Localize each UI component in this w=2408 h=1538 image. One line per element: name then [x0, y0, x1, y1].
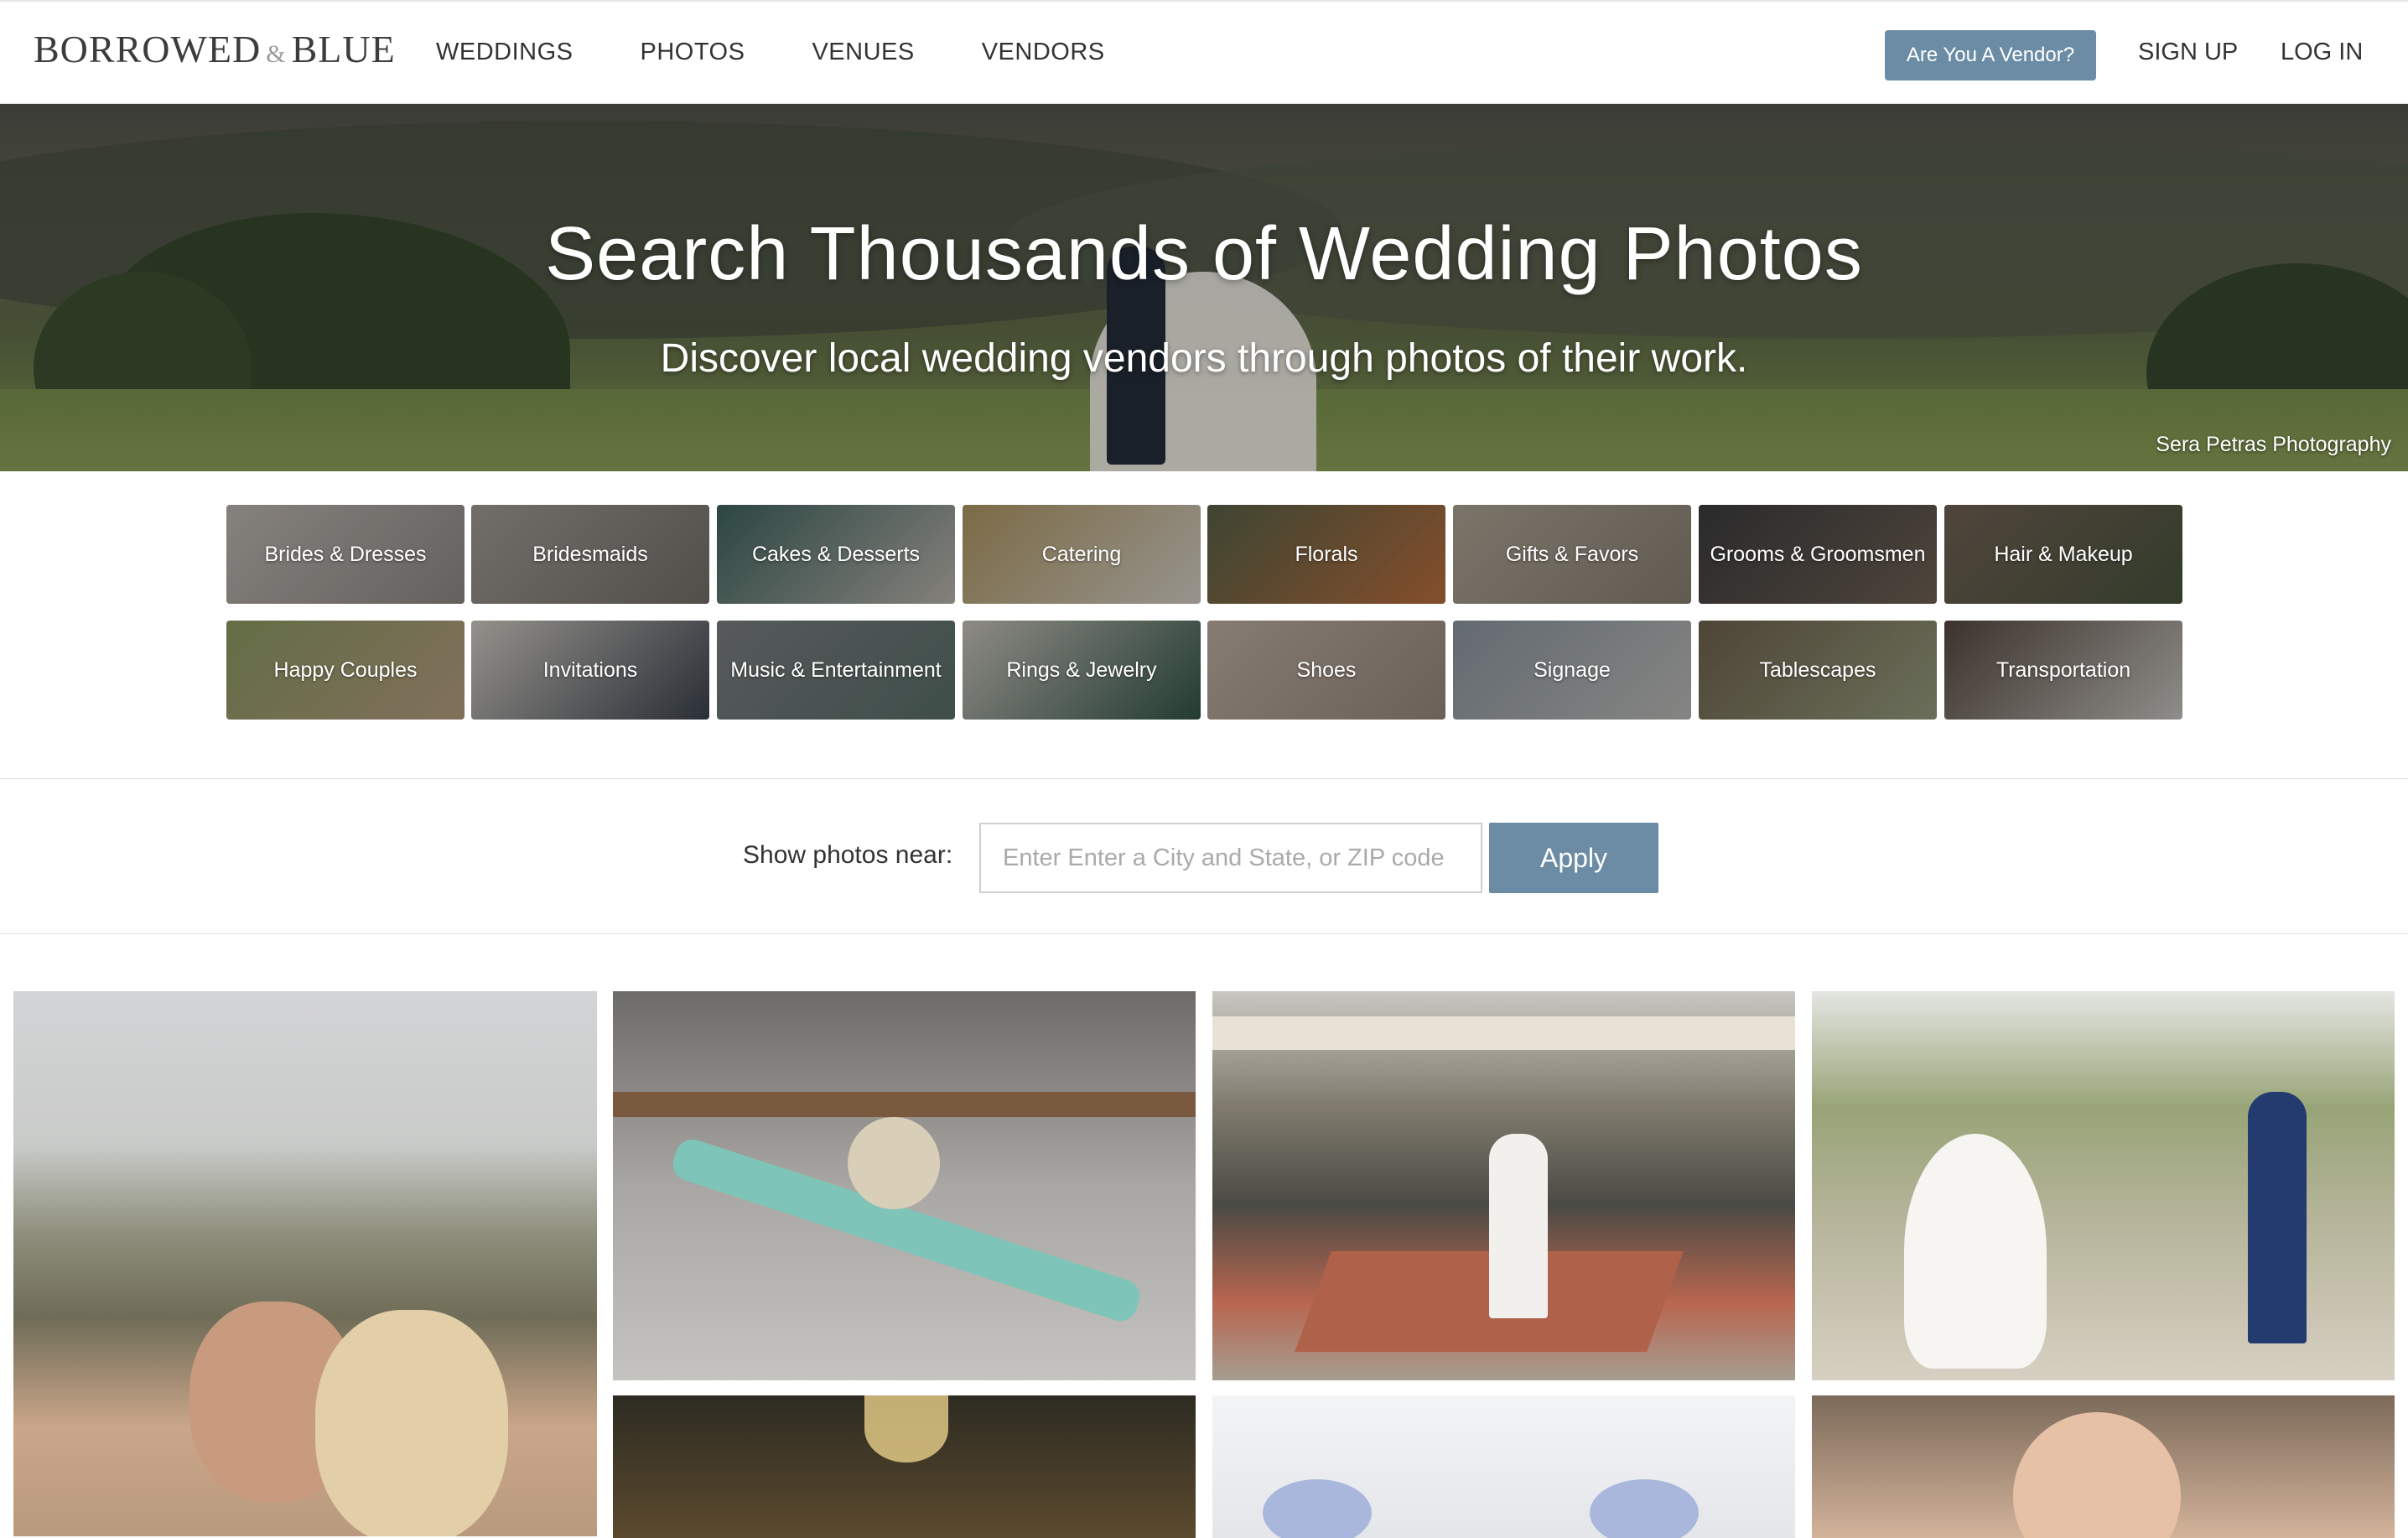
category-grid: Brides & Dresses Bridesmaids Cakes & Des…: [226, 505, 2183, 720]
category-label: Cakes & Desserts: [751, 542, 921, 566]
logo-word-blue: BLUE: [291, 28, 396, 70]
apply-button[interactable]: Apply: [1489, 823, 1658, 893]
sign-up-link[interactable]: SIGN UP: [2138, 39, 2238, 66]
logo-word-borrowed: BORROWED: [34, 28, 262, 70]
location-input[interactable]: [979, 823, 1482, 893]
category-brides-dresses[interactable]: Brides & Dresses: [226, 505, 464, 604]
category-catering[interactable]: Catering: [963, 505, 1201, 604]
category-label: Rings & Jewelry: [1006, 657, 1157, 682]
category-label: Hair & Makeup: [1994, 542, 2133, 566]
site-logo[interactable]: BORROWED & BLUE: [34, 27, 396, 74]
nav-venues[interactable]: VENUES: [812, 39, 914, 66]
nav-weddings[interactable]: WEDDINGS: [436, 39, 573, 66]
category-label: Shoes: [1296, 657, 1357, 682]
category-label: Music & Entertainment: [730, 657, 942, 682]
photo-credit[interactable]: Sera Petras Photography: [2156, 433, 2391, 457]
category-label: Bridesmaids: [532, 542, 648, 566]
category-music-entertainment[interactable]: Music & Entertainment: [717, 621, 955, 720]
category-label: Grooms & Groomsmen: [1710, 542, 1926, 566]
category-gifts-favors[interactable]: Gifts & Favors: [1453, 505, 1691, 604]
category-label: Signage: [1534, 657, 1611, 682]
category-grooms-groomsmen[interactable]: Grooms & Groomsmen: [1699, 505, 1937, 604]
show-photos-near-label: Show photos near:: [743, 841, 953, 869]
category-invitations[interactable]: Invitations: [471, 621, 709, 720]
category-label: Catering: [1041, 542, 1122, 566]
photo-tile-couple-portrait[interactable]: [1812, 1395, 2395, 1538]
photo-tile-bridal-hanger[interactable]: [613, 991, 1196, 1380]
category-cakes-desserts[interactable]: Cakes & Desserts: [717, 505, 955, 604]
nav-photos[interactable]: PHOTOS: [641, 39, 745, 66]
category-label: Florals: [1295, 542, 1358, 566]
category-shoes[interactable]: Shoes: [1207, 621, 1445, 720]
category-label: Invitations: [542, 657, 638, 682]
category-label: Tablescapes: [1759, 657, 1876, 682]
logo-ampersand: &: [266, 40, 287, 68]
hero-banner: Search Thousands of Wedding Photos Disco…: [0, 104, 2408, 471]
category-label: Transportation: [1995, 657, 2131, 682]
category-label: Gifts & Favors: [1505, 542, 1639, 566]
are-you-a-vendor-button[interactable]: Are You A Vendor?: [1885, 30, 2096, 81]
category-rings-jewelry[interactable]: Rings & Jewelry: [963, 621, 1201, 720]
location-filter-bar: Show photos near: Apply: [0, 778, 2408, 934]
category-florals[interactable]: Florals: [1207, 505, 1445, 604]
category-transportation[interactable]: Transportation: [1944, 621, 2182, 720]
category-hair-makeup[interactable]: Hair & Makeup: [1944, 505, 2182, 604]
photo-tile-reception-chandelier[interactable]: [613, 1395, 1196, 1538]
hero-title: Search Thousands of Wedding Photos: [545, 212, 1863, 296]
category-label: Brides & Dresses: [264, 542, 427, 566]
category-label: Happy Couples: [273, 657, 418, 682]
photo-tile-first-dance[interactable]: [1212, 991, 1795, 1380]
site-header: BORROWED & BLUE WEDDINGS PHOTOS VENUES V…: [0, 0, 2408, 104]
hero-subtitle: Discover local wedding vendors through p…: [660, 336, 1748, 381]
nav-vendors[interactable]: VENDORS: [982, 39, 1105, 66]
category-tablescapes[interactable]: Tablescapes: [1699, 621, 1937, 720]
category-signage[interactable]: Signage: [1453, 621, 1691, 720]
log-in-link[interactable]: LOG IN: [2281, 39, 2363, 66]
photo-tile-couple-kiss[interactable]: [13, 991, 597, 1536]
category-bridesmaids[interactable]: Bridesmaids: [471, 505, 709, 604]
photo-tile-first-look[interactable]: [1812, 991, 2395, 1380]
main-nav: WEDDINGS PHOTOS VENUES VENDORS: [436, 39, 1172, 66]
category-happy-couples[interactable]: Happy Couples: [226, 621, 464, 720]
photo-tile-table-florals[interactable]: [1212, 1395, 1795, 1538]
